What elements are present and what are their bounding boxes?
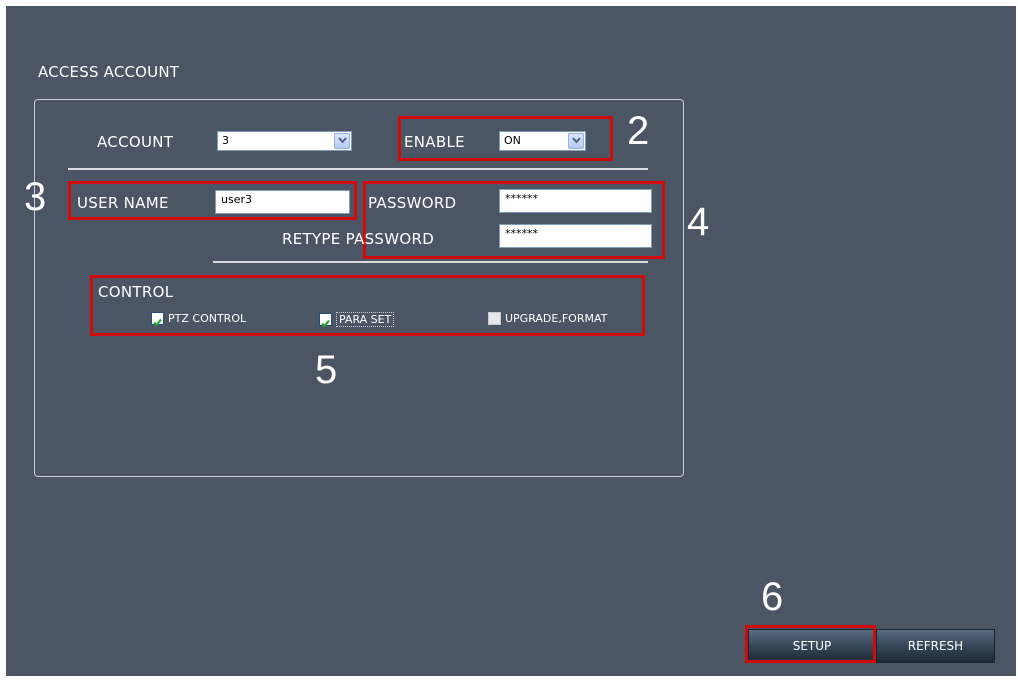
callout-5: 5: [315, 348, 338, 392]
retype-prefix: RETYPE: [282, 230, 341, 248]
checkbox-empty-icon[interactable]: [488, 312, 501, 325]
highlight-box-enable: [398, 116, 613, 161]
retype-label-text: PASSWORD: [345, 230, 435, 248]
control-label: CONTROL: [98, 283, 174, 301]
password-label: PASSWORD: [368, 194, 457, 212]
ptz-control-checkbox[interactable]: PTZ CONTROL: [151, 312, 247, 327]
para-set-label: PARA SET: [336, 312, 395, 327]
upgrade-format-label: UPGRADE,FORMAT: [505, 312, 608, 325]
account-label: ACCOUNT: [97, 133, 174, 151]
retype-password-label: RETYPE PASSWORD: [282, 230, 434, 248]
callout-4: 4: [687, 200, 710, 244]
callout-2: 2: [627, 109, 650, 153]
refresh-button[interactable]: REFRESH: [876, 629, 995, 663]
retype-password-input[interactable]: ******: [499, 224, 652, 248]
highlight-box-setup: [745, 625, 876, 663]
divider-middle: [213, 261, 648, 263]
settings-screen: ACCESS ACCOUNT ACCOUNT 3 ENABLE ON 2 3 U…: [6, 6, 1016, 676]
divider-top: [68, 168, 648, 170]
account-select-value: 3: [222, 134, 229, 147]
ptz-control-label: PTZ CONTROL: [168, 312, 247, 325]
account-select[interactable]: 3: [217, 131, 352, 151]
upgrade-format-checkbox[interactable]: UPGRADE,FORMAT: [488, 312, 607, 325]
username-label: USER NAME: [77, 194, 169, 212]
check-icon[interactable]: [151, 312, 164, 327]
username-input[interactable]: user3: [215, 190, 350, 214]
section-title: ACCESS ACCOUNT: [38, 63, 180, 81]
chevron-down-icon[interactable]: [334, 133, 350, 149]
password-input[interactable]: ******: [499, 189, 652, 213]
para-set-checkbox[interactable]: PARA SET: [319, 312, 395, 328]
callout-6: 6: [761, 575, 784, 619]
check-icon[interactable]: [319, 313, 332, 328]
callout-3: 3: [24, 175, 47, 219]
